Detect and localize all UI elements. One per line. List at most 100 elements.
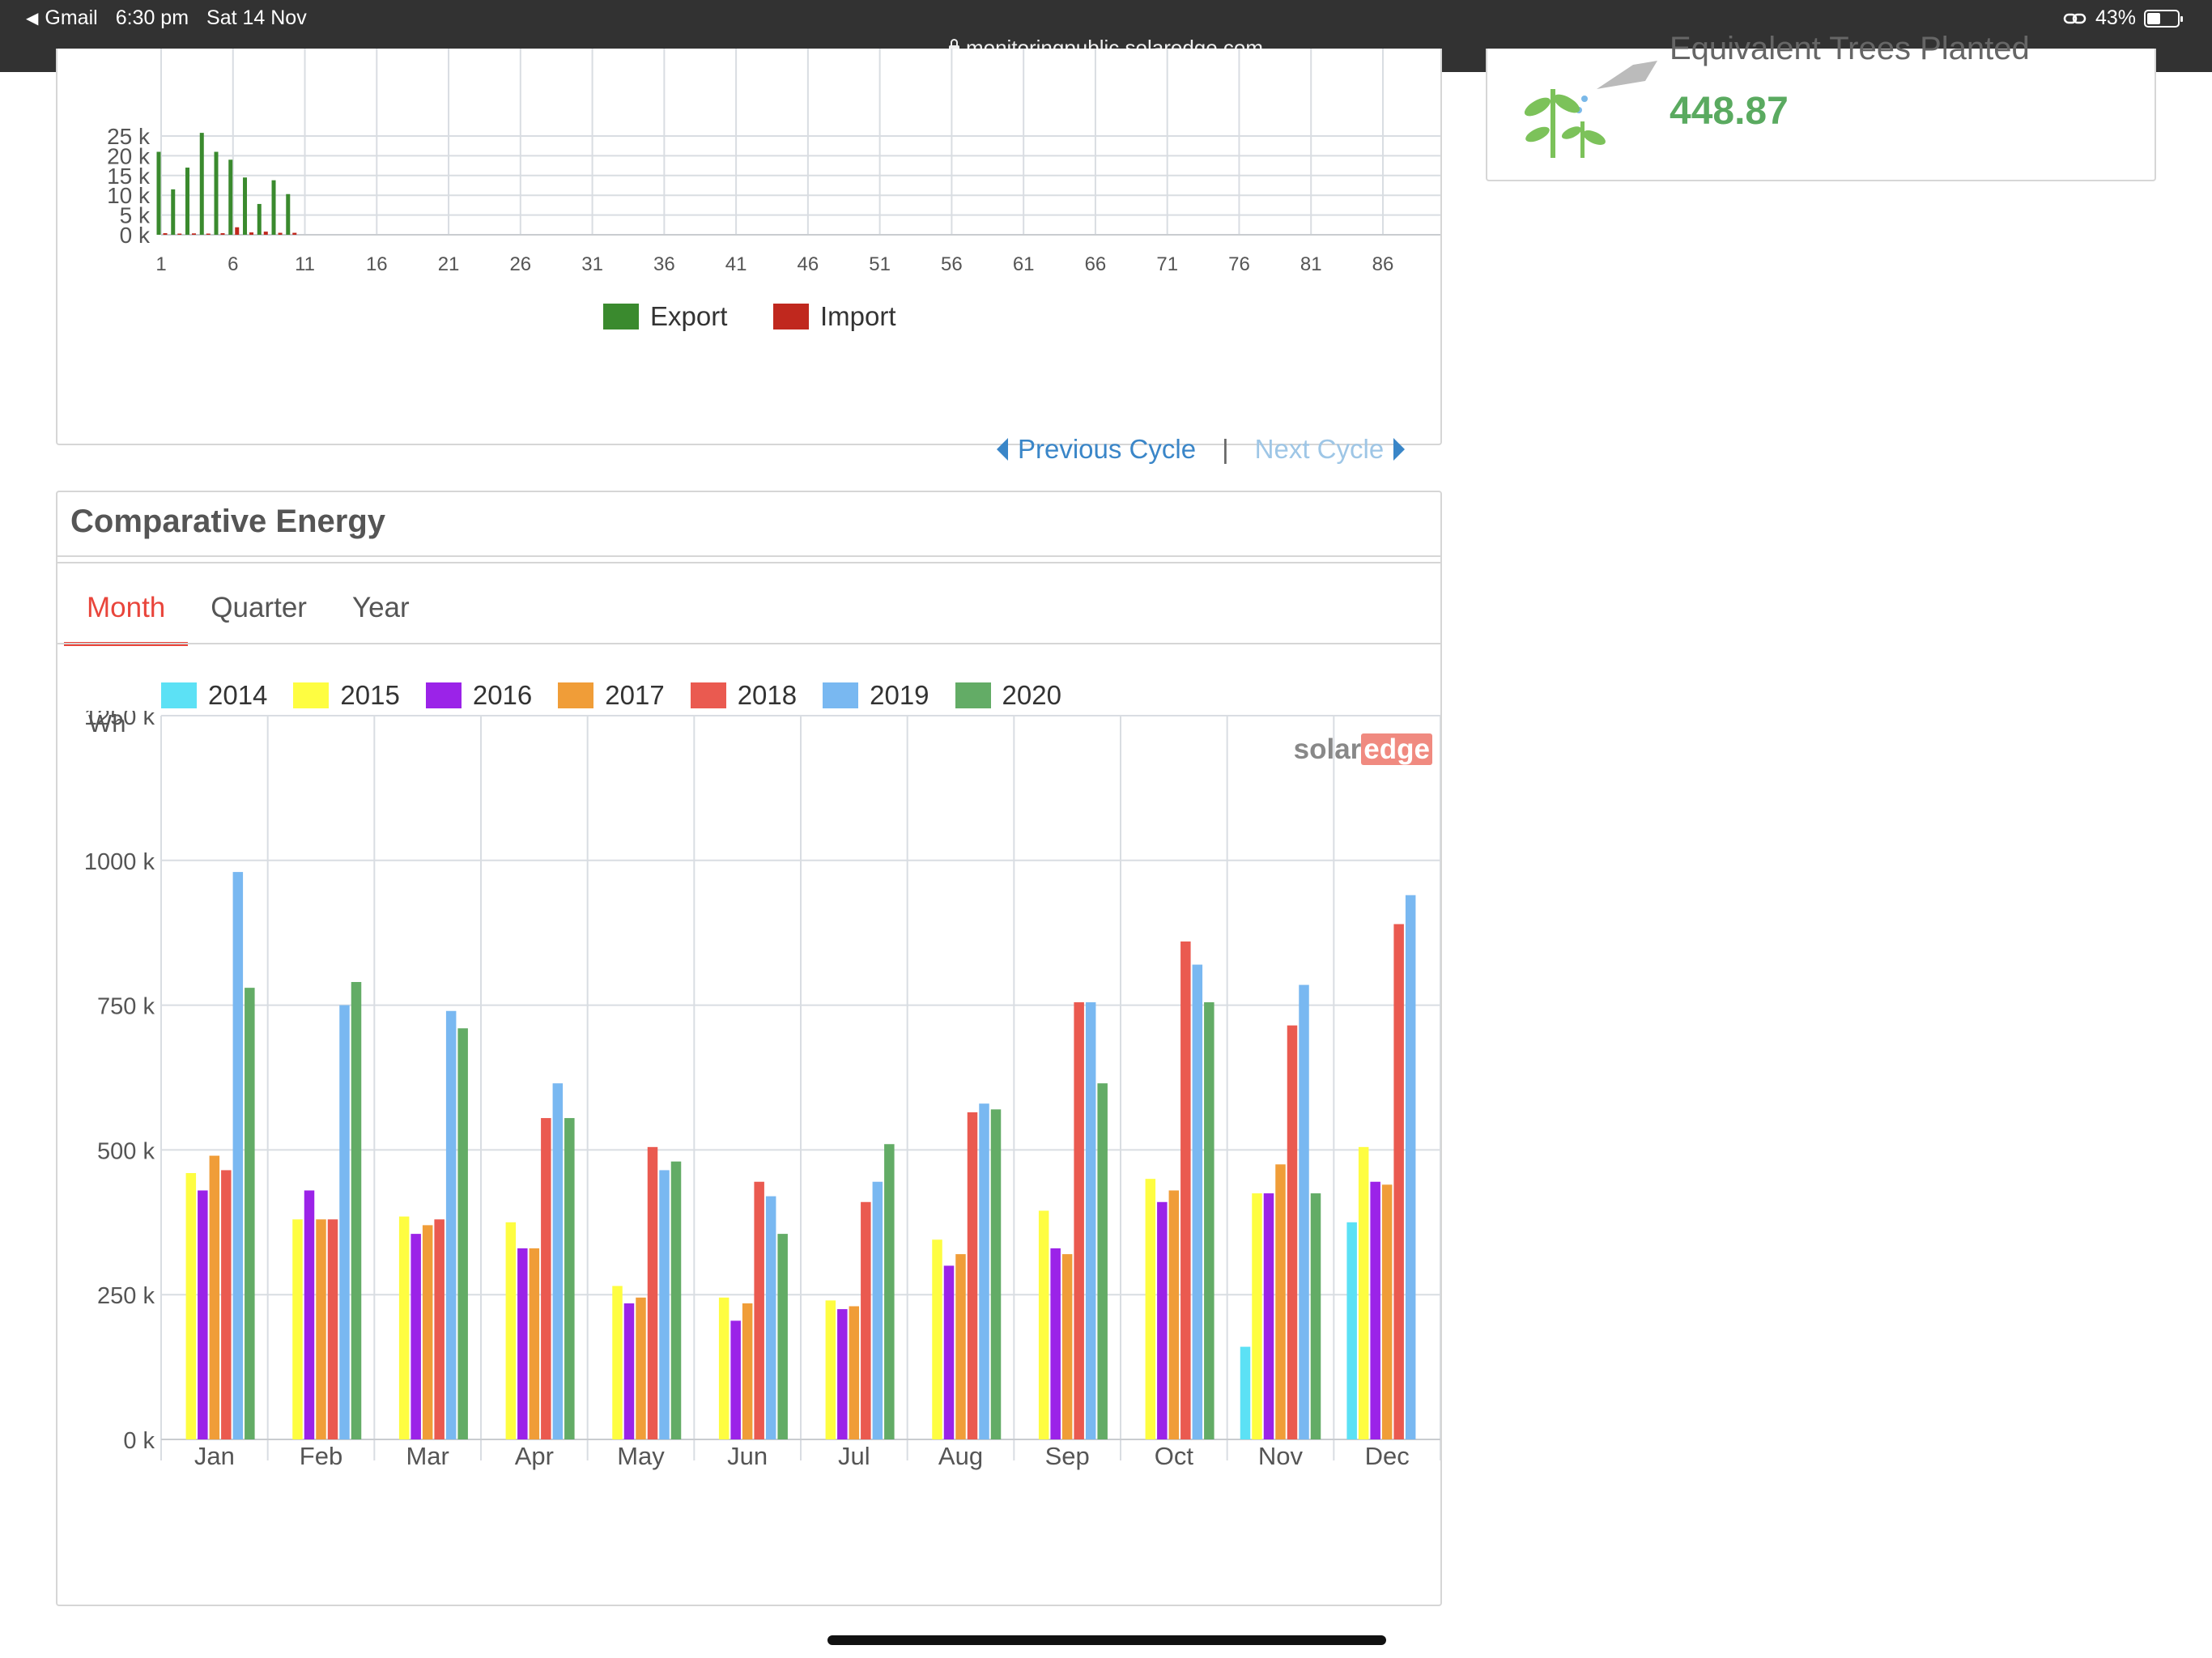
top-bar-export — [271, 180, 276, 235]
bar-sep-2015 — [1038, 1210, 1049, 1439]
previous-cycle-link[interactable]: Previous Cycle — [1018, 434, 1196, 465]
bar-nov-2020 — [1310, 1193, 1321, 1439]
tab-year[interactable]: Year — [330, 581, 432, 646]
trees-panel: Equivalent Trees Planted 448.87 — [1486, 31, 2156, 181]
x-tick-label: Apr — [515, 1442, 554, 1470]
bar-oct-2019 — [1192, 964, 1203, 1439]
top-x-tick-label: 56 — [941, 253, 963, 275]
tab-quarter[interactable]: Quarter — [188, 581, 330, 646]
bar-jul-2018 — [861, 1201, 871, 1439]
bar-dec-2019 — [1405, 895, 1416, 1439]
top-x-tick-label: 76 — [1228, 253, 1250, 275]
next-cycle-link[interactable]: Next Cycle — [1255, 434, 1385, 465]
top-x-tick-label: 1 — [155, 253, 166, 275]
cycle-separator: | — [1222, 434, 1229, 464]
bar-jun-2018 — [754, 1181, 764, 1439]
top-x-tick-label: 81 — [1300, 253, 1322, 275]
legend-label-export: Export — [650, 301, 728, 331]
bar-jan-2019 — [232, 872, 244, 1439]
legend-label: 2018 — [737, 680, 798, 710]
bar-feb-2017 — [316, 1219, 326, 1439]
y-tick-label: 0 k — [123, 1428, 155, 1454]
bar-dec-2016 — [1370, 1181, 1380, 1439]
bar-sep-2016 — [1050, 1248, 1061, 1439]
top-bar-import — [292, 232, 297, 235]
bar-nov-2015 — [1252, 1193, 1262, 1439]
bar-aug-2016 — [943, 1265, 955, 1439]
x-tick-label: Oct — [1155, 1442, 1194, 1470]
tab-month[interactable]: Month — [64, 581, 189, 646]
bar-jan-2015 — [185, 1173, 197, 1439]
legend-item-2017[interactable]: 2017 — [558, 680, 665, 711]
next-arrow-icon[interactable] — [1393, 438, 1406, 461]
top-bar-import — [192, 233, 197, 235]
legend-item-2018[interactable]: 2018 — [690, 680, 798, 711]
legend-label: 2014 — [208, 680, 268, 710]
x-tick-label: Aug — [938, 1442, 983, 1470]
top-x-tick-label: 66 — [1085, 253, 1107, 275]
top-x-tick-label: 16 — [366, 253, 388, 275]
top-x-tick-label: 11 — [295, 253, 315, 275]
previous-arrow-icon[interactable] — [997, 438, 1008, 461]
bar-mar-2016 — [410, 1234, 421, 1439]
bar-nov-2017 — [1275, 1164, 1286, 1439]
battery-percent: 43% — [2095, 6, 2136, 29]
x-tick-label: Feb — [300, 1442, 342, 1470]
back-app-link[interactable]: Gmail — [45, 6, 97, 30]
x-tick-label: Jun — [727, 1442, 768, 1470]
period-tabs: Month Quarter Year — [64, 581, 432, 646]
bar-jun-2017 — [742, 1303, 753, 1439]
bar-jan-2018 — [221, 1170, 232, 1439]
export-import-chart: 0 k5 k10 k15 k20 k25 k1 6 11 16 21 26 31 36 41 46… — [107, 49, 1440, 275]
panel-title: Comparative Energy — [70, 504, 386, 539]
x-tick-label: May — [617, 1442, 665, 1470]
top-bar-import — [220, 233, 225, 235]
bar-mar-2017 — [422, 1225, 433, 1439]
top-bar-export — [286, 193, 291, 235]
legend-item-2016[interactable]: 2016 — [425, 680, 533, 711]
x-tick-label: Sep — [1045, 1442, 1090, 1470]
x-tick-label: Jul — [838, 1442, 870, 1470]
legend-swatch — [955, 682, 991, 708]
top-bar-import — [249, 232, 254, 235]
bar-dec-2015 — [1358, 1146, 1369, 1439]
top-bar-export — [257, 203, 262, 235]
top-bar-import — [163, 233, 168, 235]
back-arrow-icon[interactable]: ◀ — [26, 8, 38, 28]
top-bar-export — [156, 151, 161, 235]
bar-feb-2020 — [351, 981, 362, 1439]
legend-swatch — [823, 682, 859, 708]
tabs-divider — [57, 643, 1440, 644]
bar-sep-2017 — [1061, 1254, 1073, 1439]
legend-import[interactable]: Import — [773, 301, 896, 332]
bar-aug-2015 — [932, 1239, 942, 1439]
bar-feb-2018 — [327, 1219, 338, 1439]
legend-label: 2017 — [605, 680, 665, 710]
comparative-energy-panel: Comparative Energy Month Quarter Year 20… — [56, 491, 1442, 1606]
top-x-tick-label: 36 — [653, 253, 675, 275]
bar-jun-2019 — [765, 1196, 776, 1439]
top-bar-export — [214, 151, 219, 235]
bar-mar-2019 — [445, 1010, 457, 1439]
top-bar-export — [185, 168, 190, 235]
bar-aug-2019 — [979, 1103, 989, 1439]
legend-label: 2016 — [472, 680, 533, 710]
top-x-tick-label: 51 — [869, 253, 891, 275]
bar-feb-2015 — [292, 1219, 303, 1439]
bar-oct-2016 — [1157, 1201, 1168, 1439]
bar-may-2018 — [647, 1146, 658, 1439]
legend-item-2020[interactable]: 2020 — [955, 680, 1061, 711]
bar-mar-2015 — [398, 1216, 410, 1439]
legend-item-2015[interactable]: 2015 — [293, 680, 400, 711]
legend-swatch — [293, 682, 330, 708]
legend-item-2014[interactable]: 2014 — [161, 680, 267, 711]
bar-sep-2020 — [1097, 1083, 1108, 1439]
status-time: 6:30 pm — [115, 6, 189, 29]
legend-export[interactable]: Export — [603, 301, 727, 332]
title-divider-2 — [57, 562, 1440, 563]
top-x-tick-label: 31 — [581, 253, 603, 275]
top-bar-import — [235, 227, 240, 235]
top-bar-export — [171, 189, 176, 235]
bar-jun-2015 — [718, 1297, 730, 1439]
legend-item-2019[interactable]: 2019 — [823, 680, 929, 711]
